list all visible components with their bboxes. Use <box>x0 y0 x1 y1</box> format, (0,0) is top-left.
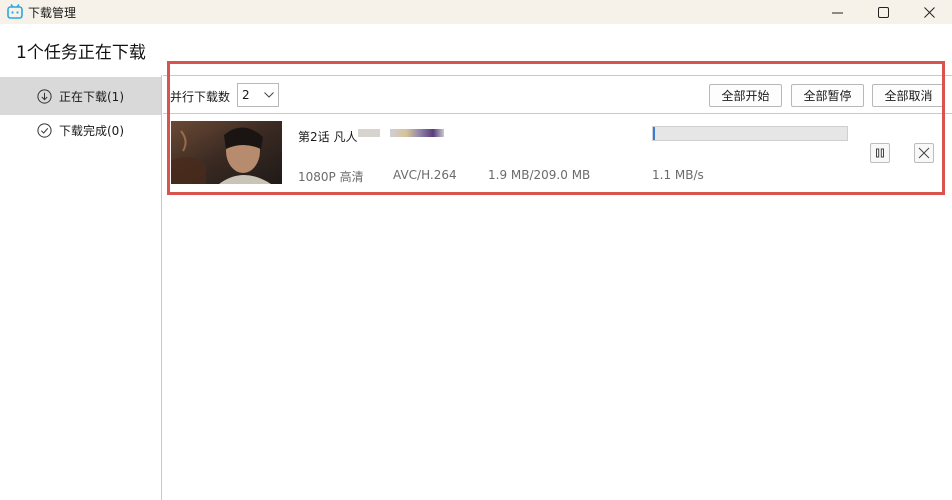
download-title: 第2话 凡人 <box>298 130 358 144</box>
remove-download-button[interactable] <box>914 143 934 163</box>
pause-icon <box>876 148 885 158</box>
download-circle-icon <box>37 88 52 104</box>
maximize-icon <box>877 6 889 18</box>
download-item: 第2话 凡人 1080P 高清 AVC/H.264 1.9 MB/209.0 M… <box>163 115 952 191</box>
minimize-icon <box>831 12 843 13</box>
codec-text: AVC/H.264 <box>393 168 457 182</box>
pause-all-button[interactable]: 全部暂停 <box>791 84 864 107</box>
parallel-downloads-label: 并行下载数 <box>170 90 231 104</box>
close-icon <box>923 6 935 18</box>
toolbar: 并行下载数 2 全部开始 全部暂停 全部取消 <box>163 76 952 114</box>
speed-text: 1.1 MB/s <box>652 168 704 182</box>
sidebar-item-label: 下载完成(0) <box>59 123 124 138</box>
close-window-button[interactable] <box>906 0 952 24</box>
parallel-downloads-value: 2 <box>242 88 250 102</box>
maximize-button[interactable] <box>860 0 906 24</box>
sidebar: 正在下载(1) 下载完成(0) <box>0 75 162 500</box>
title-bar: 下载管理 <box>0 0 952 24</box>
minimize-button[interactable] <box>814 0 860 24</box>
window-title: 下载管理 <box>28 6 77 20</box>
page-title: 1个任务正在下载 <box>16 43 146 63</box>
pause-button[interactable] <box>870 143 890 163</box>
resolution-text: 1080P 高清 <box>298 170 364 184</box>
cancel-all-button[interactable]: 全部取消 <box>872 84 945 107</box>
sidebar-item-completed[interactable]: 下载完成(0) <box>0 111 161 149</box>
size-text: 1.9 MB/209.0 MB <box>488 168 591 182</box>
bilibili-app-icon <box>7 4 23 19</box>
close-icon <box>918 147 930 159</box>
blurred-title-block <box>390 129 444 137</box>
start-all-button[interactable]: 全部开始 <box>709 84 782 107</box>
parallel-downloads-select[interactable]: 2 <box>237 83 279 107</box>
progress-fill <box>653 127 655 140</box>
blurred-title-block <box>358 129 380 137</box>
chevron-down-icon <box>264 92 274 98</box>
check-circle-icon <box>37 122 52 138</box>
download-progress-bar <box>652 126 848 141</box>
sidebar-item-label: 正在下载(1) <box>59 89 124 104</box>
video-thumbnail <box>171 121 282 184</box>
sidebar-item-downloading[interactable]: 正在下载(1) <box>0 77 161 115</box>
